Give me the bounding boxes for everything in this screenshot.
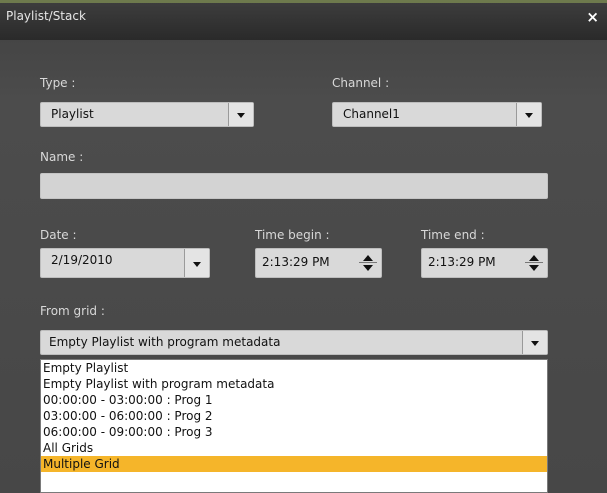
dropdown-option[interactable]: All Grids [41,440,547,456]
date-picker[interactable]: 2/19/2010 [40,248,210,278]
spin-down-icon[interactable] [529,265,539,271]
time-begin-label: Time begin : [255,228,330,242]
spin-up-icon[interactable] [529,255,539,261]
time-begin-spinner[interactable]: 2:13:29 PM [255,248,382,278]
spin-up-icon[interactable] [363,255,373,261]
from-grid-label: From grid : [40,304,105,318]
spinner-divider [525,262,543,263]
name-label: Name : [40,150,84,164]
from-grid-value: Empty Playlist with program metadata [49,335,281,349]
name-field[interactable] [40,173,548,199]
from-grid-select[interactable]: Empty Playlist with program metadata [40,330,548,355]
date-value: 2/19/2010 [51,253,113,267]
dropdown-option[interactable]: 06:00:00 - 09:00:00 : Prog 3 [41,424,547,440]
channel-label: Channel : [332,76,390,90]
type-value: Playlist [51,107,94,121]
type-label: Type : [40,76,76,90]
dropdown-option[interactable]: Empty Playlist with program metadata [41,376,547,392]
dropdown-option[interactable]: Multiple Grid [41,456,547,472]
chevron-down-icon[interactable] [228,103,253,126]
window-title: Playlist/Stack [6,9,86,23]
time-end-value: 2:13:29 PM [428,255,496,269]
type-select[interactable]: Playlist [40,102,254,127]
chevron-down-icon[interactable] [184,249,209,277]
dropdown-option[interactable]: Empty Playlist [41,360,547,376]
time-end-label: Time end : [421,228,485,242]
spinner-divider [359,262,377,263]
time-end-spinner[interactable]: 2:13:29 PM [421,248,548,278]
chevron-down-icon[interactable] [522,331,547,354]
chevron-down-icon[interactable] [516,103,541,126]
dropdown-option[interactable]: 00:00:00 - 03:00:00 : Prog 1 [41,392,547,408]
spin-down-icon[interactable] [363,265,373,271]
from-grid-dropdown-list: Empty Playlist Empty Playlist with progr… [40,359,548,493]
spinner-buttons [521,249,547,277]
close-icon[interactable]: × [586,9,599,25]
time-begin-value: 2:13:29 PM [262,255,330,269]
dropdown-option[interactable]: 03:00:00 - 06:00:00 : Prog 2 [41,408,547,424]
title-bar: Playlist/Stack × [0,0,607,40]
date-label: Date : [40,228,77,242]
spinner-buttons [355,249,381,277]
channel-select[interactable]: Channel1 [332,102,542,127]
channel-value: Channel1 [343,107,400,121]
